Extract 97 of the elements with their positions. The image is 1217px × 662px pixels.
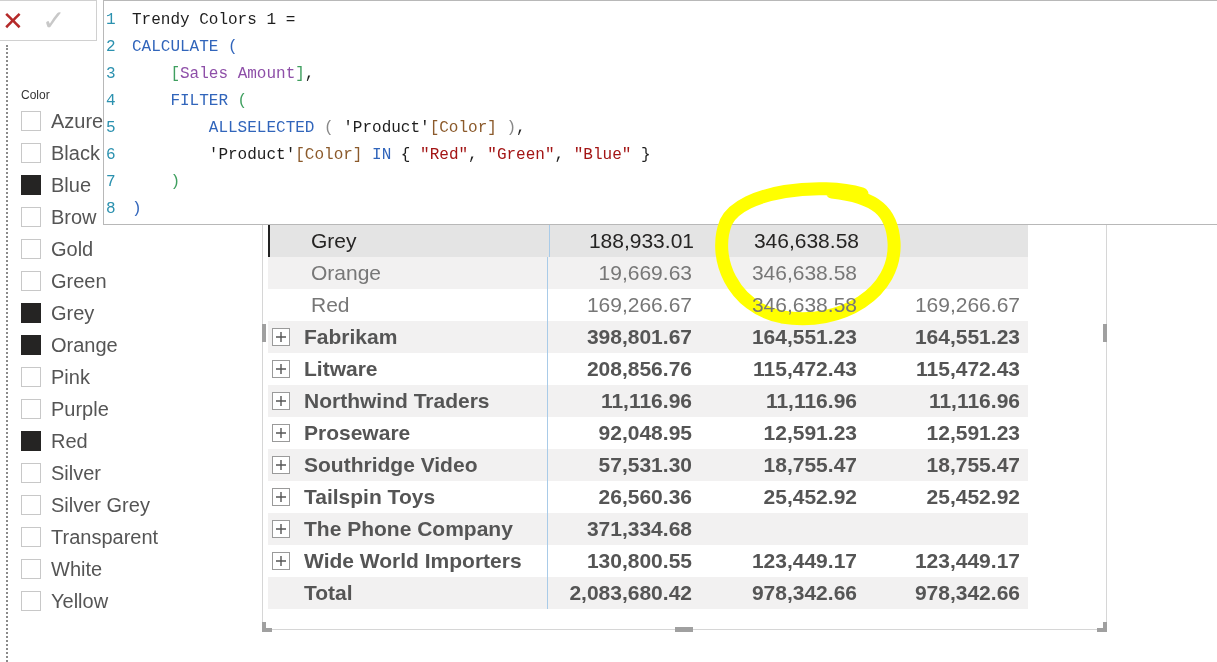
expand-icon[interactable] [272, 488, 290, 506]
slicer-item[interactable]: Green [51, 269, 107, 293]
table-cell: 18,755.47 [926, 453, 1020, 476]
table-cell: 978,342.66 [914, 581, 1020, 604]
corner-handle[interactable] [1097, 622, 1107, 632]
code-line: CALCULATE ( [132, 37, 238, 56]
row-header: Grey [311, 229, 357, 253]
code-line: ) [132, 199, 142, 218]
code-line: ) [169, 172, 180, 191]
line-number: 8 [105, 199, 117, 218]
row-header: Wide World Importers [304, 549, 522, 573]
slicer-item[interactable]: Silver Grey [51, 493, 150, 517]
expand-icon[interactable] [272, 456, 290, 474]
row-header: Orange [311, 261, 382, 285]
table-cell: 346,638.58 [751, 261, 857, 284]
checkbox[interactable] [21, 175, 41, 195]
slicer-item[interactable]: Yellow [51, 589, 109, 613]
line-number: 7 [105, 172, 117, 191]
row-header: Tailspin Toys [304, 485, 436, 509]
table-cell: 169,266.67 [914, 293, 1020, 316]
table-cell: 26,560.36 [598, 485, 692, 508]
corner-handle[interactable] [262, 622, 272, 632]
code-line: 'Product'[Color] IN { "Red", "Green", "Blue" } [207, 145, 651, 164]
table-cell: 18,755.47 [763, 453, 857, 476]
line-number: 1 [105, 10, 117, 29]
row-header: Proseware [304, 421, 411, 445]
table-cell: 188,933.01 [588, 229, 694, 252]
slicer-item[interactable]: Pink [51, 365, 90, 389]
checkbox[interactable] [21, 431, 41, 451]
slicer-item[interactable]: Red [51, 429, 88, 453]
table-row[interactable]: Grey 188,933.01 346,638.58 [268, 225, 1028, 257]
slicer-item[interactable]: Grey [51, 301, 95, 325]
table-cell: 978,342.66 [751, 581, 857, 604]
row-header: The Phone Company [304, 517, 513, 541]
slicer-item[interactable]: White [51, 557, 103, 581]
table-row[interactable]: Orange 19,669.63 346,638.58 [268, 257, 1028, 289]
table-cell: 169,266.67 [586, 293, 692, 316]
line-number: 5 [105, 118, 117, 137]
table-cell: 164,551.23 [914, 325, 1020, 348]
cancel-button[interactable]: ✕ [2, 5, 24, 36]
slicer-item[interactable]: Brow [51, 205, 97, 229]
table-cell: 115,472.43 [916, 357, 1020, 380]
expand-icon[interactable] [272, 520, 290, 538]
code-line: ALLSELECTED ( 'Product'[Color] ), [207, 118, 526, 137]
row-header: Total [304, 581, 353, 605]
row-header: Red [311, 293, 350, 317]
table-cell: 123,449.17 [914, 549, 1020, 572]
resize-handle[interactable] [1103, 324, 1107, 342]
table-cell: 164,551.23 [751, 325, 857, 348]
table-cell: 208,856.76 [586, 357, 692, 380]
table-cell: 19,669.63 [598, 261, 692, 284]
table-cell: 25,452.92 [763, 485, 857, 508]
resize-handle[interactable] [675, 627, 693, 632]
row-header: Southridge Video [304, 453, 478, 477]
row-header: Litware [304, 357, 378, 381]
slicer-item[interactable]: Orange [51, 333, 118, 357]
line-number: 4 [105, 91, 117, 110]
row-header: Northwind Traders [304, 389, 490, 413]
slicer-item[interactable]: Gold [51, 237, 94, 261]
table-cell: 371,334.68 [586, 517, 692, 540]
slicer-item[interactable]: Silver [51, 461, 101, 485]
code-line: [Sales Amount], [169, 64, 315, 83]
table-cell: 25,452.92 [926, 485, 1020, 508]
expand-icon[interactable] [272, 392, 290, 410]
checkbox[interactable] [21, 303, 41, 323]
slicer-item[interactable]: Azure [51, 109, 104, 133]
line-number: 6 [105, 145, 117, 164]
formula-editor[interactable]: 1 Trendy Colors 1 = 2 CALCULATE ( 3 [Sales Amount], 4 FILTER ( 5 ALLSELECTED ( 'Product'[Color] ), 6 'Product'[Color] IN { "Red", "Green", "Blue" } 7 ) 8 ) [103, 0, 1217, 225]
line-number: 3 [105, 64, 117, 83]
table-cell: 398,801.67 [586, 325, 692, 348]
slicer-item[interactable]: Purple [51, 397, 109, 421]
resize-handle[interactable] [262, 324, 266, 342]
table-cell: 92,048.95 [598, 421, 692, 444]
slicer-item[interactable]: Black [51, 141, 100, 165]
expand-icon[interactable] [272, 424, 290, 442]
table-cell: 11,116.96 [600, 389, 692, 412]
table-cell: 57,531.30 [598, 453, 692, 476]
table-cell: 12,591.23 [763, 421, 857, 444]
slicer-item[interactable]: Blue [51, 173, 92, 197]
slicer-item[interactable]: Transparent [51, 525, 159, 549]
expand-icon[interactable] [272, 552, 290, 570]
line-number: 2 [105, 37, 117, 56]
table-cell: 130,800.55 [586, 549, 692, 572]
table-cell: 12,591.23 [926, 421, 1020, 444]
table-cell: 11,116.96 [928, 389, 1020, 412]
code-line: Trendy Colors 1 = [132, 10, 296, 29]
checkbox[interactable] [21, 335, 41, 355]
table-cell: 2,083,680.42 [569, 581, 692, 604]
expand-icon[interactable] [272, 328, 290, 346]
expand-icon[interactable] [272, 360, 290, 378]
code-line: FILTER ( [169, 91, 248, 110]
table-cell: 11,116.96 [765, 389, 857, 412]
table-cell: 123,449.17 [751, 549, 857, 572]
table-cell: 115,472.43 [753, 357, 857, 380]
slicer-title: Color [21, 88, 50, 104]
table-cell: 346,638.58 [753, 229, 859, 252]
row-header: Fabrikam [304, 325, 398, 349]
